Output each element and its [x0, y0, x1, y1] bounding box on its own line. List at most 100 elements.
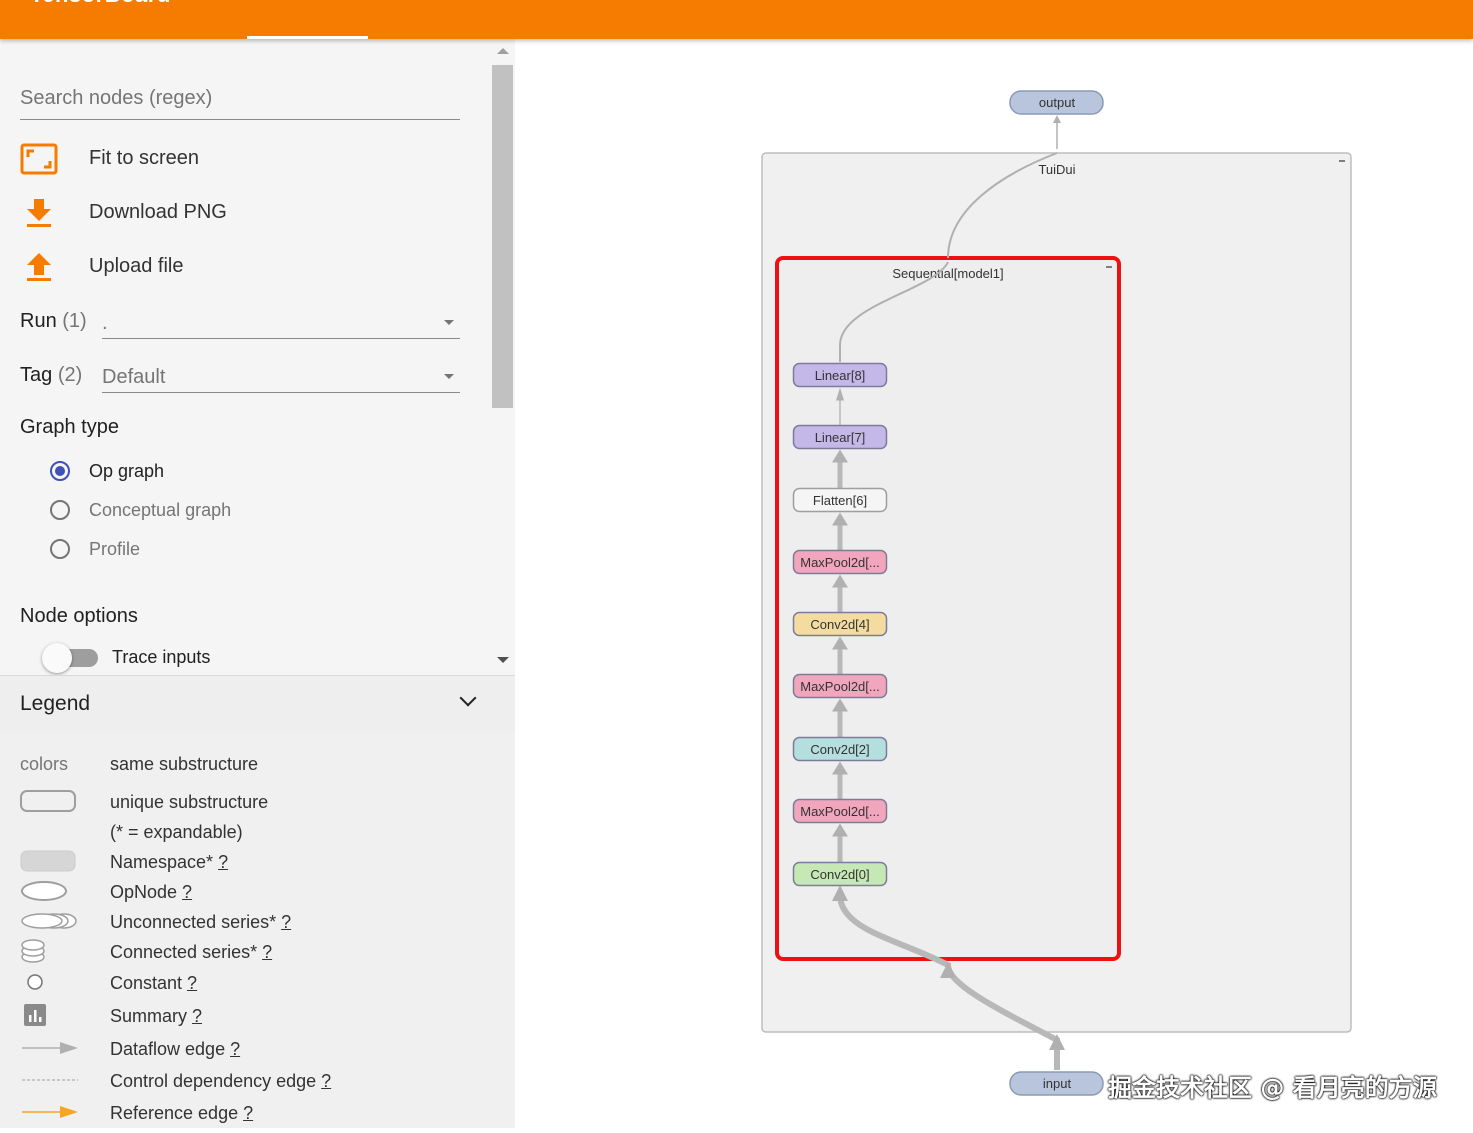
download-png-label: Download PNG — [89, 201, 227, 223]
legend-item-label: Control dependency edge? — [110, 1071, 331, 1092]
tag-dropdown[interactable]: Default — [102, 358, 460, 393]
tag-label: Tag — [20, 364, 53, 386]
help-link[interactable]: ? — [218, 852, 228, 872]
radio-profile[interactable]: Profile — [50, 537, 450, 565]
run-dropdown[interactable]: . — [102, 304, 460, 339]
graph-node-label: Conv2d[2] — [810, 742, 869, 757]
edge-arrowhead — [1053, 115, 1061, 123]
help-link[interactable]: ? — [192, 1006, 202, 1026]
legend-item: Control dependency edge? — [0, 1067, 515, 1095]
legend-item: Dataflow edge? — [0, 1035, 515, 1063]
upload-file-label: Upload file — [89, 255, 184, 277]
constant-icon — [27, 974, 43, 990]
legend-item-label: Namespace*? — [110, 852, 228, 873]
download-icon — [27, 199, 51, 227]
scroll-up-arrow-icon[interactable] — [497, 48, 509, 54]
legend-item-text: OpNode — [110, 882, 178, 902]
legend-header[interactable]: Legend — [0, 675, 515, 732]
legend-colors-key: colors — [20, 754, 69, 774]
node-output-label: output — [1039, 95, 1076, 110]
legend-item-text: Constant — [110, 973, 183, 993]
legend-item: unique substructure — [0, 788, 515, 816]
radio-op-graph[interactable]: Op graph — [50, 459, 450, 487]
legend-body: colors same substructure unique substruc… — [0, 731, 515, 1128]
help-link[interactable]: ? — [182, 882, 192, 902]
tag-selector: Tag (2) Default — [20, 358, 460, 394]
tag-count: (2) — [57, 364, 83, 386]
legend-item: OpNode? — [0, 878, 515, 906]
radio-conceptual-graph-label: Conceptual graph — [89, 500, 232, 520]
legend-item-text: Dataflow edge — [110, 1039, 226, 1059]
node-chain: Linear[8] Linear[7] Flatten[6] MaxPool2d[..… — [792, 362, 888, 887]
fit-to-screen-button[interactable]: Fit to screen — [20, 139, 440, 179]
help-link[interactable]: ? — [321, 1071, 331, 1091]
group-tuidui-label: TuiDui — [1038, 162, 1075, 177]
legend-item: Namespace*? — [0, 848, 515, 876]
radio-selected-icon — [50, 461, 70, 481]
app-logo[interactable]: TensorBoard — [30, 0, 171, 8]
fit-to-screen-label: Fit to screen — [89, 147, 200, 169]
legend-item: Summary? — [0, 1002, 515, 1030]
legend-item-label: Reference edge? — [110, 1103, 253, 1124]
legend-item-label: Connected series*? — [110, 942, 272, 963]
node-input-label: input — [1043, 1076, 1072, 1091]
graph-node-label: Conv2d[4] — [810, 617, 869, 632]
trace-inputs-toggle[interactable]: Trace inputs — [42, 642, 482, 673]
run-count: (1) — [62, 310, 87, 332]
reference-edge-icon — [22, 1106, 78, 1118]
search-input[interactable] — [20, 87, 460, 110]
graph-node-label: MaxPool2d[... — [800, 679, 880, 694]
tag-value: Default — [102, 366, 166, 388]
legend-item: Constant? — [0, 969, 515, 997]
legend-item-text: Control dependency edge — [110, 1071, 317, 1091]
sidebar-scrollbar[interactable] — [490, 39, 515, 675]
top-app-bar: TensorBoard — [0, 0, 1473, 39]
radio-unselected-icon — [50, 500, 70, 520]
help-link[interactable]: ? — [262, 942, 272, 962]
radio-unselected-icon — [50, 539, 70, 559]
graph-canvas[interactable]: TuiDui Sequential[model1] Linear[8] Linea… — [515, 39, 1473, 1128]
help-link[interactable]: ? — [243, 1103, 253, 1123]
toggle-knob — [42, 643, 72, 673]
run-label-group: Run (1) — [20, 310, 87, 333]
upload-file-button[interactable]: Upload file — [20, 247, 440, 287]
group-sequential-label: Sequential[model1] — [892, 266, 1003, 281]
sidebar: Fit to screen Download PNG Upload file R… — [0, 39, 515, 1128]
legend-item-text: Namespace* — [110, 852, 214, 872]
legend-item-text: Unconnected series* — [110, 912, 277, 932]
unique-substructure-icon — [20, 790, 76, 812]
upload-icon — [27, 253, 51, 281]
legend-item-label: Unconnected series*? — [110, 912, 291, 933]
legend-colors-value: same substructure — [110, 754, 259, 774]
legend-item-text: Reference edge — [110, 1103, 239, 1123]
legend-item-label: unique substructure — [110, 792, 269, 812]
radio-conceptual-graph[interactable]: Conceptual graph — [50, 498, 450, 526]
graph-svg[interactable]: TuiDui Sequential[model1] Linear[8]Linea… — [515, 39, 1473, 1128]
trace-inputs-label: Trace inputs — [112, 647, 211, 667]
run-label: Run — [20, 310, 57, 332]
graph-node-label: MaxPool2d[... — [800, 804, 880, 819]
legend-item: Reference edge? — [0, 1099, 515, 1127]
help-link[interactable]: ? — [281, 912, 291, 932]
search-nodes — [20, 83, 460, 120]
legend-title: Legend — [20, 692, 91, 715]
legend-item-label: Dataflow edge? — [110, 1039, 240, 1060]
scroll-down-arrow-icon[interactable] — [497, 657, 509, 663]
help-link[interactable]: ? — [230, 1039, 240, 1059]
help-link[interactable]: ? — [187, 973, 197, 993]
dataflow-edge-icon — [22, 1042, 78, 1054]
opnode-icon — [21, 881, 67, 901]
graph-type-title: Graph type — [20, 416, 119, 438]
legend-item-label: Constant? — [110, 973, 197, 994]
scroll-thumb[interactable] — [492, 65, 513, 408]
tag-dropdown-caret-icon — [444, 374, 454, 379]
legend-item-text: Summary — [110, 1006, 188, 1026]
summary-icon — [24, 1004, 46, 1026]
legend-item: Unconnected series*? — [0, 908, 515, 936]
watermark: 掘金技术社区 @ 看月亮的方源 — [1108, 1074, 1437, 1102]
radio-op-graph-label: Op graph — [89, 461, 165, 481]
run-dropdown-caret-icon — [444, 320, 454, 325]
download-png-button[interactable]: Download PNG — [20, 193, 440, 233]
namespace-icon — [20, 850, 76, 872]
graph-node-label: MaxPool2d[... — [800, 555, 880, 570]
